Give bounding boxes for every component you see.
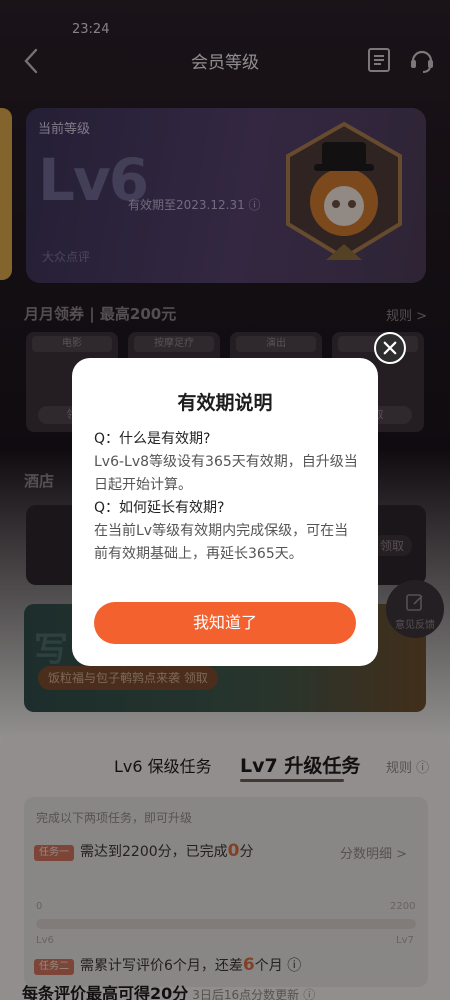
- dialog-body: Q：什么是有效期? Lv6-Lv8等级设有365天有效期，自升级当日起开始计算。…: [94, 428, 362, 566]
- question-2: Q：如何延长有效期?: [94, 500, 225, 516]
- question-1: Q：什么是有效期?: [94, 431, 211, 447]
- validity-info-dialog: 有效期说明 Q：什么是有效期? Lv6-Lv8等级设有365天有效期，自升级当日…: [72, 358, 378, 666]
- got-it-button[interactable]: 我知道了: [94, 602, 356, 644]
- answer-1: Lv6-Lv8等级设有365天有效期，自升级当日起开始计算。: [94, 454, 358, 493]
- close-dialog-button[interactable]: [374, 332, 406, 364]
- answer-2: 在当前Lv等级有效期内完成保级，可在当前有效期基础上，再延长365天。: [94, 523, 349, 562]
- close-icon: [383, 341, 397, 355]
- dialog-title: 有效期说明: [177, 392, 273, 414]
